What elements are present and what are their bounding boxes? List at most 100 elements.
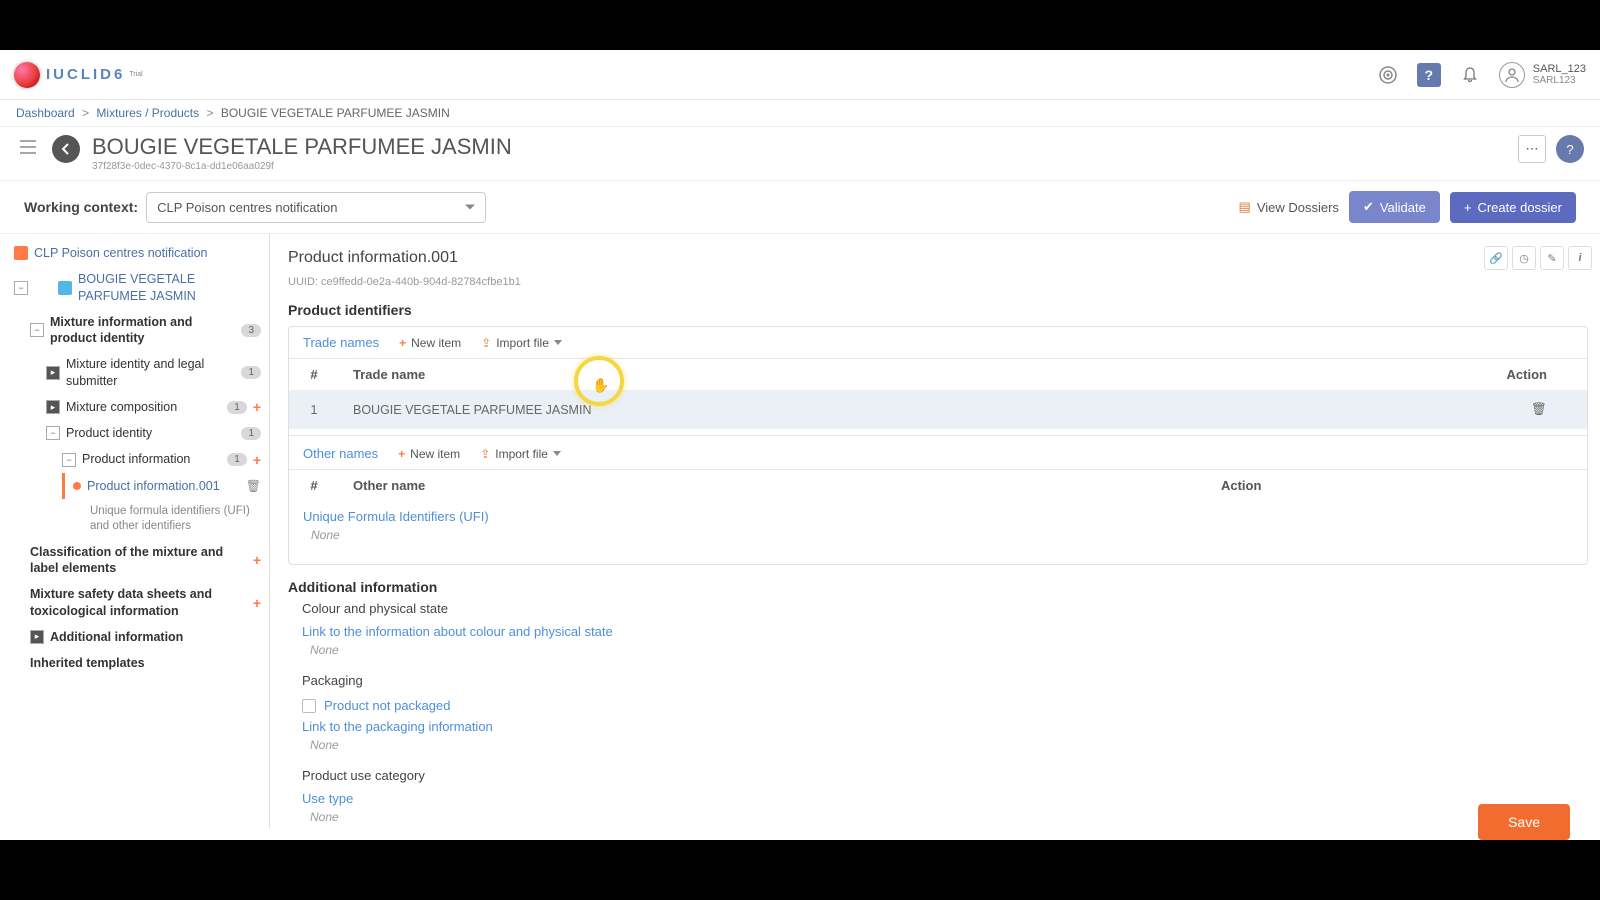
collapse-icon[interactable]: − [14,281,28,295]
trade-names-label: Trade names [303,335,379,350]
table-row[interactable]: 1 BOUGIE VEGETALE PARFUMEE JASMIN 🗑 [289,390,1587,429]
badge: 3 [241,324,261,337]
mixture-icon [58,281,72,295]
content-area: Product information.001 🔗 ◷ ✎ i UUID: ce… [270,234,1600,828]
import-icon: ⇪ [481,336,491,350]
expand-icon[interactable]: ▸ [46,366,60,380]
cursor-icon: ✋ [592,377,609,394]
chat-icon[interactable]: ? [1417,63,1441,87]
user-name: SARL_123 [1533,63,1586,75]
tree-inherited[interactable]: Inherited templates [30,655,261,671]
page-title: BOUGIE VEGETALE PARFUMEE JASMIN [92,135,512,159]
tree-mix-info[interactable]: Mixture information and product identity [50,314,235,347]
active-dot-icon [73,482,81,490]
col-hash: # [289,470,339,501]
breadcrumb-current: BOUGIE VEGETALE PARFUMEE JASMIN [221,106,450,120]
bell-icon[interactable] [1459,64,1481,86]
col-trade-name: Trade name [339,359,1260,390]
add-button[interactable]: + [253,595,261,611]
import-file-button[interactable]: ⇪ Import file [480,447,561,461]
tree-mix-identity[interactable]: Mixture identity and legal submitter [66,356,235,389]
avatar-icon [1499,62,1525,88]
expand-icon[interactable]: ▸ [46,400,60,414]
hamburger-icon[interactable] [16,135,40,159]
clock-icon[interactable]: ◷ [1512,246,1536,270]
chevron-down-icon [554,340,562,345]
link-packaging-none: None [288,736,1600,762]
info-icon[interactable]: i [1568,246,1592,270]
delete-icon[interactable]: 🗑 [246,479,261,493]
tree-sidebar: CLP Poison centres notification − BOUGIE… [0,234,270,828]
tree-classification[interactable]: Classification of the mixture and label … [30,544,247,577]
expand-icon[interactable]: ▸ [30,630,44,644]
col-action: Action [1260,359,1587,390]
collapse-icon[interactable]: − [30,323,44,337]
breadcrumb-dashboard[interactable]: Dashboard [16,106,75,120]
user-block[interactable]: SARL_123 SARL123 [1499,62,1586,88]
col-hash: # [289,359,339,390]
tree-additional[interactable]: Additional information [50,629,261,645]
add-button[interactable]: + [253,552,261,568]
plus-icon: + [398,447,405,461]
page-uuid: 37f28f3e-0dec-4370-8c1a-dd1e06aa029f [92,161,512,172]
bullseye-icon[interactable] [1377,64,1399,86]
working-context-label: Working context: [24,199,138,215]
colour-phys-title: Colour and physical state [302,601,1586,616]
tree-prod-info[interactable]: Product information [82,451,221,467]
tree-ufi[interactable]: Unique formula identifiers (UFI) and oth… [90,504,261,534]
tree-mix-comp[interactable]: Mixture composition [66,399,221,415]
logo-icon [14,62,40,88]
badge: 1 [241,366,261,379]
import-file-button[interactable]: ⇪ Import file [481,336,562,350]
collapse-icon[interactable]: − [62,453,76,467]
logo-text: IUCLID6 [46,66,125,83]
edit-icon[interactable]: ✎ [1540,246,1564,270]
tree-prod-identity[interactable]: Product identity [66,425,235,441]
more-button[interactable]: ⋯ [1518,135,1546,163]
delete-row-icon[interactable]: 🗑 [1531,402,1547,416]
tree-clp[interactable]: CLP Poison centres notification [34,245,261,261]
plus-icon: + [399,336,406,350]
badge: 1 [227,401,247,414]
link-packaging-field[interactable]: Link to the packaging information [288,717,1600,736]
plus-icon: + [1464,200,1472,215]
help-button[interactable]: ? [1556,135,1584,163]
user-sub: SARL123 [1533,75,1586,86]
doc-icon [14,246,28,260]
tree-safety[interactable]: Mixture safety data sheets and toxicolog… [30,586,247,619]
row-name: BOUGIE VEGETALE PARFUMEE JASMIN [339,390,1260,429]
tree-root[interactable]: BOUGIE VEGETALE PARFUMEE JASMIN [78,271,261,304]
new-item-button[interactable]: + New item [398,447,460,461]
not-packaged-checkbox[interactable] [302,699,316,713]
logo-sub: Trial [129,71,142,78]
use-type-none: None [288,808,1600,828]
collapse-icon[interactable]: − [46,426,60,440]
new-item-button[interactable]: + New item [399,336,461,350]
dossier-icon: ▤ [1239,199,1251,215]
row-num: 1 [289,390,339,429]
chevron-down-icon [553,451,561,456]
breadcrumb-mixtures[interactable]: Mixtures / Products [96,106,199,120]
create-dossier-button[interactable]: + Create dossier [1450,192,1576,223]
add-button[interactable]: + [253,452,261,468]
link-icon[interactable]: 🔗 [1484,246,1508,270]
ufi-none: None [303,524,1573,546]
use-type-field[interactable]: Use type [288,789,1600,808]
validate-button[interactable]: ✔ Validate [1349,191,1440,223]
link-colour-field[interactable]: Link to the information about colour and… [288,622,1600,641]
back-button[interactable] [52,135,80,163]
tree-prod-info-001[interactable]: Product information.001 [87,478,240,494]
packaging-title: Packaging [302,673,1586,688]
use-category-title: Product use category [302,768,1586,783]
other-names-label: Other names [303,446,378,461]
not-packaged-label: Product not packaged [324,698,450,713]
col-action: Action [835,470,1302,501]
working-context-select[interactable]: CLP Poison centres notification [146,192,486,223]
view-dossiers-link[interactable]: ▤ View Dossiers [1239,199,1339,215]
link-colour-none: None [288,641,1600,667]
add-button[interactable]: + [253,399,261,415]
ufi-label: Unique Formula Identifiers (UFI) [303,509,1573,524]
save-button[interactable]: Save [1478,804,1570,840]
breadcrumb: Dashboard > Mixtures / Products > BOUGIE… [0,100,1600,127]
logo[interactable]: IUCLID6 Trial [14,62,143,88]
